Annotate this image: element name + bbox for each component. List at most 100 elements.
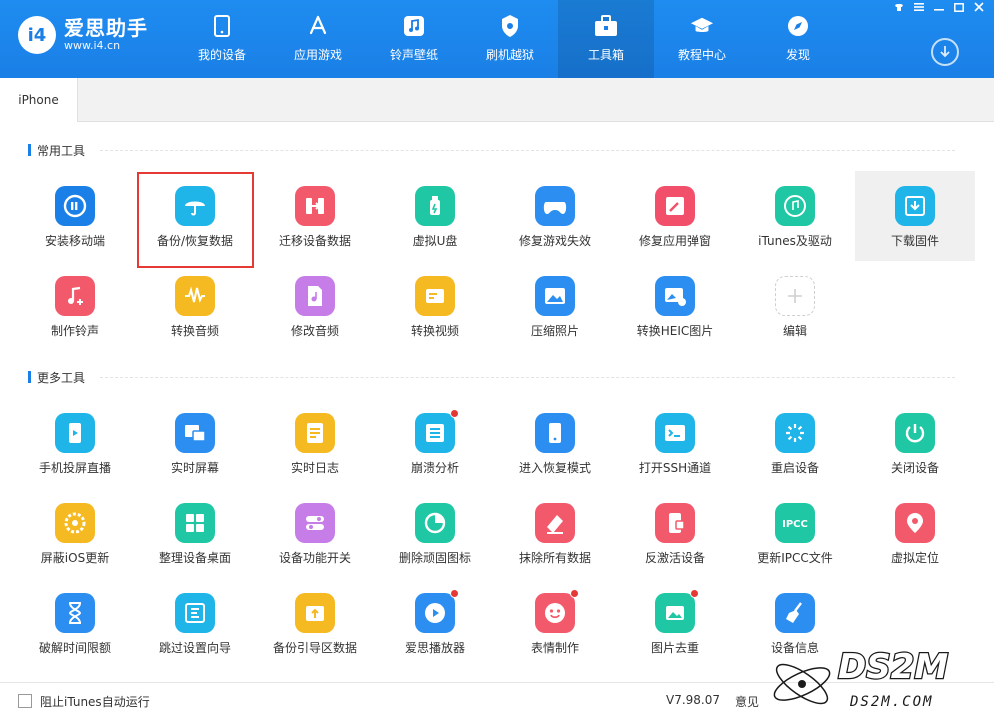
tool-transfer[interactable]: 迁移设备数据 [255,171,375,261]
skip-guide-icon [175,593,215,633]
tool-restart[interactable]: 重启设备 [735,398,855,488]
svg-text:IPCC: IPCC [782,519,808,530]
tool-download-box[interactable]: 下载固件 [855,171,975,261]
nav-tutorials[interactable]: 教程中心 [654,0,750,78]
tool-eraser[interactable]: 抹除所有数据 [495,488,615,578]
tool-ipcc[interactable]: IPCC 更新IPCC文件 [735,488,855,578]
tool-log[interactable]: 实时日志 [255,398,375,488]
tool-image[interactable]: 压缩照片 [495,261,615,351]
tool-recovery-mode[interactable]: 进入恢复模式 [495,398,615,488]
tool-smiley[interactable]: 表情制作 [495,578,615,668]
tool-skip-guide[interactable]: 跳过设置向导 [135,578,255,668]
tool-label: 破解时间限额 [38,641,111,655]
tool-label: 虚拟定位 [890,551,939,565]
tool-power[interactable]: 关闭设备 [855,398,975,488]
tool-photo-dedupe[interactable]: 图片去重 [615,578,735,668]
music-note-plus-icon [55,276,95,316]
tool-play[interactable]: 爱思播放器 [375,578,495,668]
phone-icon [210,14,234,38]
nav-discover[interactable]: 发现 [750,0,846,78]
nav-ringtones[interactable]: 铃声壁纸 [366,0,462,78]
tool-crash-report[interactable]: 崩溃分析 [375,398,495,488]
wrench-icon [655,186,695,226]
section-title-common: 常用工具 [28,143,85,158]
tool-toggle[interactable]: 设备功能开关 [255,488,375,578]
app-name: 爱思助手 [64,16,148,40]
section-divider [100,150,955,151]
toolbox-icon [594,14,618,38]
nav-apps-games[interactable]: 应用游戏 [270,0,366,78]
tool-cast[interactable]: 手机投屏直播 [15,398,135,488]
tool-image-convert[interactable]: 转换HEIC图片 [615,261,735,351]
tool-label: 实时屏幕 [170,461,219,475]
tab-iphone[interactable]: iPhone [0,78,78,122]
nav-my-device[interactable]: 我的设备 [174,0,270,78]
download-arrow-icon [940,46,950,58]
tool-label: 修改音频 [290,324,339,338]
power-icon [895,413,935,453]
i4-app-icon [55,186,95,226]
usb-drive-icon [415,186,455,226]
close-icon[interactable] [970,0,988,14]
tool-hourglass[interactable]: 破解时间限额 [15,578,135,668]
tool-screen[interactable]: 实时屏幕 [135,398,255,488]
log-icon [295,413,335,453]
pie-icon [415,503,455,543]
location-pin-icon [895,503,935,543]
tool-label: 手机投屏直播 [38,461,111,475]
tool-label: 重启设备 [770,461,819,475]
tool-gamepad[interactable]: 修复游戏失效 [495,171,615,261]
version-label: V7.98.07 [666,693,721,707]
grid-icon [175,503,215,543]
feedback-link[interactable]: 意见 [735,693,759,710]
tool-audio-file[interactable]: 修改音频 [255,261,375,351]
maximize-icon[interactable] [950,0,968,14]
minimize-icon[interactable] [930,0,948,14]
tool-music-note-plus[interactable]: 制作铃声 [15,261,135,351]
tool-itunes[interactable]: iTunes及驱动 [735,171,855,261]
tool-deactivate[interactable]: 反激活设备 [615,488,735,578]
tool-terminal[interactable]: 打开SSH通道 [615,398,735,488]
tool-wrench[interactable]: 修复应用弹窗 [615,171,735,261]
image-icon [535,276,575,316]
tool-backup-boot[interactable]: 备份引导区数据 [255,578,375,668]
deactivate-icon [655,503,695,543]
tool-label: 设备功能开关 [278,551,351,565]
jailbreak-icon [498,14,522,38]
tool-waveform[interactable]: 转换音频 [135,261,255,351]
skin-icon[interactable] [890,0,908,14]
cast-icon [55,413,95,453]
tool-label: 迁移设备数据 [278,234,351,248]
tool-umbrella[interactable]: 备份/恢复数据 [135,171,255,268]
tool-label: 编辑 [782,324,807,338]
tool-label: 转换视频 [410,324,459,338]
tool-video-convert[interactable]: 转换视频 [375,261,495,351]
main-nav: 我的设备 应用游戏 铃声壁纸 刷机越狱 工具箱 教程中心 发现 [174,0,846,78]
tool-usb-drive[interactable]: 虚拟U盘 [375,171,495,261]
audio-file-icon [295,276,335,316]
tool-label: 备份引导区数据 [272,641,357,655]
itunes-icon [775,186,815,226]
tool-label: 打开SSH通道 [638,461,712,475]
ipcc-icon: IPCC [775,503,815,543]
tool-grid[interactable]: 整理设备桌面 [135,488,255,578]
download-manager-button[interactable] [931,38,959,66]
tool-label: 更新IPCC文件 [757,551,833,565]
menu-icon[interactable] [910,0,928,14]
tool-location-pin[interactable]: 虚拟定位 [855,488,975,578]
play-icon [415,589,459,633]
transfer-icon [295,186,335,226]
i4-logo-icon: i4 [18,16,56,54]
tool-block-update[interactable]: 屏蔽iOS更新 [15,488,135,578]
nav-flash-jailbreak[interactable]: 刷机越狱 [462,0,558,78]
nav-toolbox[interactable]: 工具箱 [558,0,654,78]
block-itunes-checkbox[interactable] [18,694,32,708]
toggle-icon [295,503,335,543]
tool-label: 安装移动端 [44,234,105,248]
tool-plus[interactable]: 编辑 [735,261,855,351]
umbrella-icon [175,186,215,226]
tool-pie[interactable]: 删除顽固图标 [375,488,495,578]
crash-report-icon [415,409,459,453]
tool-i4-app[interactable]: 安装移动端 [15,171,135,261]
music-icon [402,14,426,38]
